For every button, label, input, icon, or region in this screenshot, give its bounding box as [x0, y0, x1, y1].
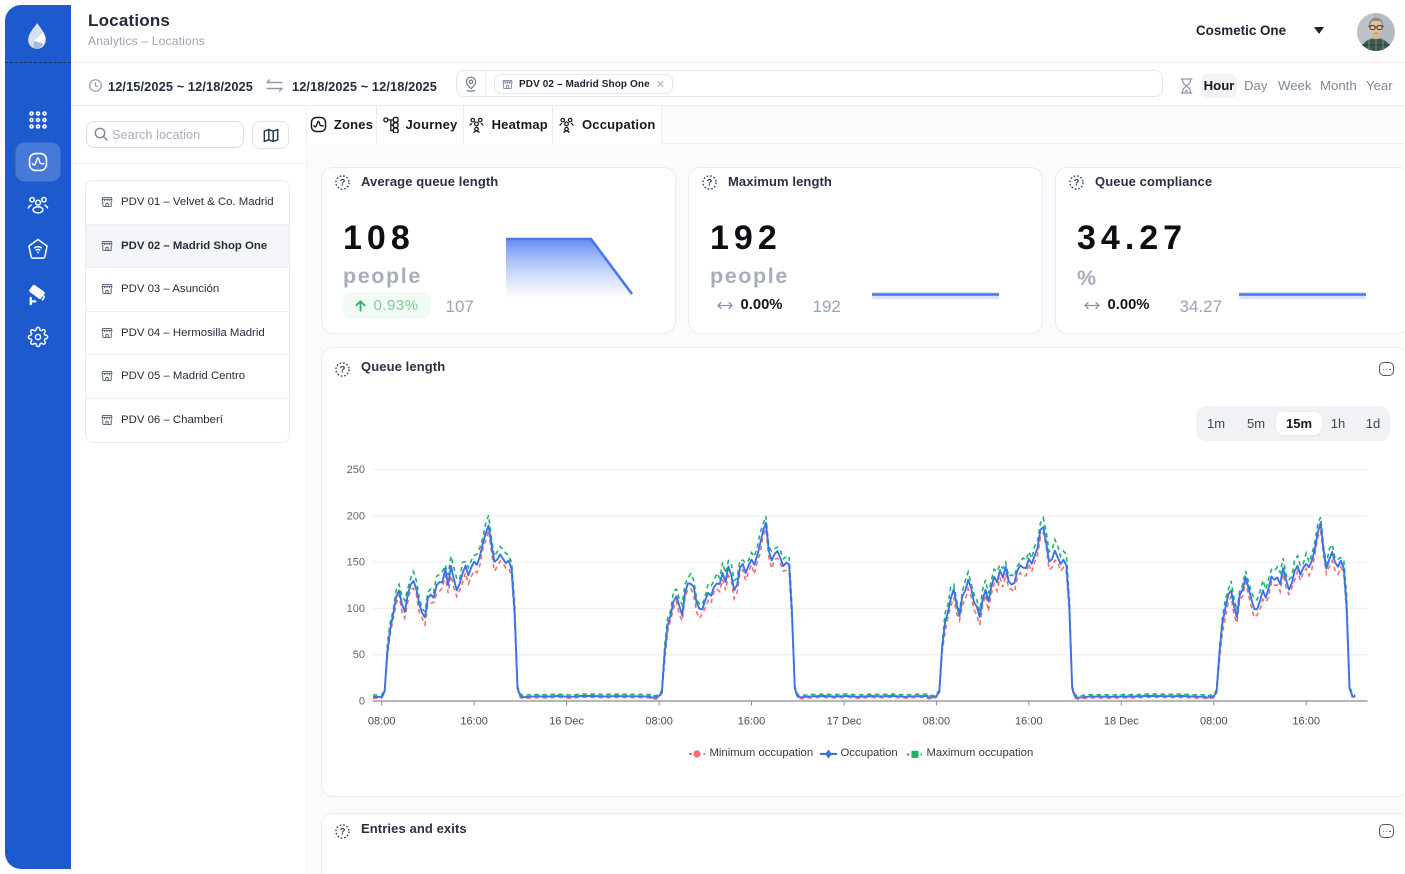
svg-text:08:00: 08:00 [1200, 716, 1228, 728]
svg-text:16:00: 16:00 [1292, 716, 1320, 728]
svg-text:17 Dec: 17 Dec [826, 716, 861, 728]
svg-text:08:00: 08:00 [922, 716, 950, 728]
svg-text:50: 50 [352, 649, 364, 661]
svg-text:?: ? [340, 826, 346, 837]
svg-text:16:00: 16:00 [460, 716, 488, 728]
svg-text:18 Dec: 18 Dec [1103, 716, 1138, 728]
svg-text:0: 0 [358, 696, 364, 708]
svg-text:?: ? [707, 177, 713, 188]
svg-text:16 Dec: 16 Dec [549, 716, 584, 728]
svg-text:16:00: 16:00 [737, 716, 765, 728]
svg-text:200: 200 [346, 510, 364, 522]
svg-text:08:00: 08:00 [367, 716, 395, 728]
svg-text:08:00: 08:00 [645, 716, 673, 728]
svg-text:16:00: 16:00 [1015, 716, 1043, 728]
svg-text:?: ? [340, 177, 346, 188]
svg-text:100: 100 [346, 603, 364, 615]
svg-text:?: ? [1074, 177, 1080, 188]
svg-text:250: 250 [346, 464, 364, 476]
svg-text:150: 150 [346, 557, 364, 569]
